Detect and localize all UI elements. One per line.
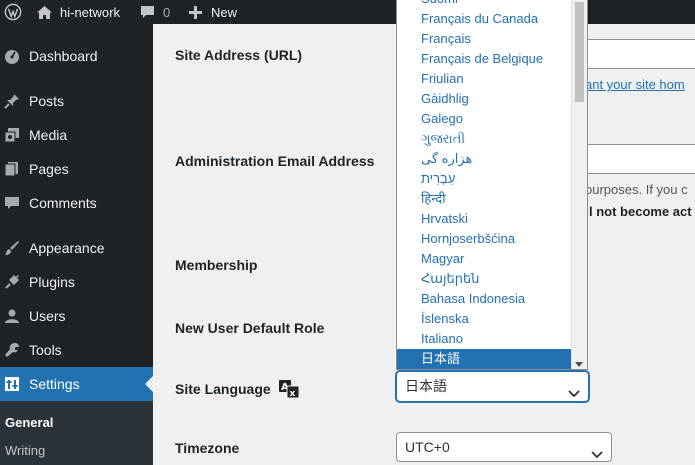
sidebar-item-label: Posts (29, 93, 65, 109)
sidebar-item-comments[interactable]: Comments (0, 186, 153, 220)
comments-count: 0 (163, 4, 171, 20)
settings-submenu: General Writing (0, 401, 153, 465)
settings-icon (4, 376, 20, 392)
sidebar-item-label: Comments (29, 195, 97, 211)
language-option[interactable]: Hrvatski (397, 209, 571, 229)
svg-text:x: x (289, 389, 295, 398)
wrench-icon (4, 342, 20, 358)
timezone-value: UTC+0 (405, 439, 450, 455)
new-label: New (211, 4, 238, 20)
site-address-help-link[interactable]: ant your site hom (585, 77, 685, 92)
new-content-link[interactable]: New (189, 0, 237, 24)
sidebar-item-plugins[interactable]: Plugins (0, 265, 153, 299)
translation-icon: Ax (278, 380, 300, 401)
sidebar-item-media[interactable]: Media (0, 118, 153, 152)
language-option[interactable]: Bahasa Indonesia (397, 289, 571, 309)
sidebar-item-tools[interactable]: Tools (0, 333, 153, 367)
site-name-link[interactable]: hi-network (36, 0, 120, 24)
dropdown-scrollbar[interactable] (571, 0, 587, 369)
plug-icon (4, 274, 20, 290)
submenu-item-writing[interactable]: Writing (5, 443, 45, 458)
site-language-label: Site Language Ax (175, 380, 300, 401)
timezone-select[interactable]: UTC+0 (396, 432, 612, 462)
sidebar-item-label: Plugins (29, 274, 75, 290)
language-option[interactable]: Suomi (397, 0, 571, 9)
sidebar-item-label: Settings (29, 376, 80, 392)
site-language-value: 日本語 (405, 378, 447, 394)
comment-icon (4, 195, 20, 211)
language-option[interactable]: Հայերեն (397, 269, 571, 289)
admin-email-description: ourposes. If you c (585, 182, 688, 197)
admin-sidebar: Dashboard Posts Media Pages Comments App… (0, 24, 153, 465)
submenu-item-general[interactable]: General (5, 415, 53, 430)
scroll-down-arrow-icon[interactable] (575, 362, 583, 367)
language-option[interactable]: हिन्दी (397, 189, 571, 209)
site-language-select[interactable]: 日本語 (396, 371, 589, 402)
pin-icon (4, 93, 20, 109)
language-option[interactable]: Français du Canada (397, 9, 571, 29)
plus-icon (189, 5, 202, 19)
sidebar-item-label: Dashboard (29, 48, 98, 64)
user-icon (4, 308, 20, 324)
sidebar-item-settings[interactable]: Settings (0, 367, 153, 401)
site-name: hi-network (60, 4, 120, 20)
language-option[interactable]: Italiano (397, 329, 571, 349)
language-option[interactable]: עִבְרִית (397, 169, 571, 189)
sidebar-item-label: Users (29, 308, 66, 324)
sidebar-item-label: Media (29, 127, 68, 143)
default-role-label: New User Default Role (175, 320, 325, 336)
comment-icon (140, 5, 155, 19)
language-option[interactable]: Íslenska (397, 309, 571, 329)
media-icon (4, 127, 20, 143)
sidebar-item-label: Tools (29, 342, 62, 358)
admin-email-input[interactable] (578, 144, 695, 174)
dashboard-icon (4, 48, 20, 64)
language-option[interactable]: Français (397, 29, 571, 49)
scrollbar-thumb[interactable] (575, 2, 584, 102)
sidebar-item-appearance[interactable]: Appearance (0, 231, 153, 265)
brush-icon (4, 240, 20, 256)
pages-icon (4, 161, 20, 177)
timezone-label: Timezone (175, 440, 240, 456)
comments-link[interactable]: 0 (140, 0, 170, 24)
language-option[interactable]: Friulian (397, 69, 571, 89)
chevron-down-icon (591, 441, 603, 459)
language-option[interactable]: Français de Belgique (397, 49, 571, 69)
sidebar-item-users[interactable]: Users (0, 299, 153, 333)
admin-bar: hi-network 0 New (0, 0, 695, 24)
sidebar-item-posts[interactable]: Posts (0, 84, 153, 118)
language-option[interactable]: ગુજરાતી (397, 129, 571, 149)
language-option[interactable]: 日本語 (397, 349, 571, 369)
membership-label: Membership (175, 257, 258, 273)
admin-email-notice: l not become act (589, 204, 692, 219)
language-option[interactable]: Galego (397, 109, 571, 129)
language-option[interactable]: Hornjoserbšćina (397, 229, 571, 249)
language-option[interactable]: Magyar (397, 249, 571, 269)
site-address-label: Site Address (URL) (175, 47, 303, 63)
wordpress-logo-icon[interactable] (4, 0, 22, 24)
site-address-input[interactable] (578, 39, 695, 69)
language-option[interactable]: Gàidhlig (397, 89, 571, 109)
admin-email-label: Administration Email Address (175, 153, 375, 169)
language-dropdown-list[interactable]: SuomiFrançais du CanadaFrançaisFrançais … (396, 0, 588, 370)
sidebar-item-label: Pages (29, 161, 69, 177)
language-option[interactable]: هزاره گی (397, 149, 571, 169)
chevron-down-icon (568, 380, 580, 398)
site-language-label-text: Site Language (175, 381, 271, 397)
sidebar-item-label: Appearance (29, 240, 105, 256)
home-icon (36, 5, 53, 20)
sidebar-item-pages[interactable]: Pages (0, 152, 153, 186)
sidebar-item-dashboard[interactable]: Dashboard (0, 39, 153, 73)
